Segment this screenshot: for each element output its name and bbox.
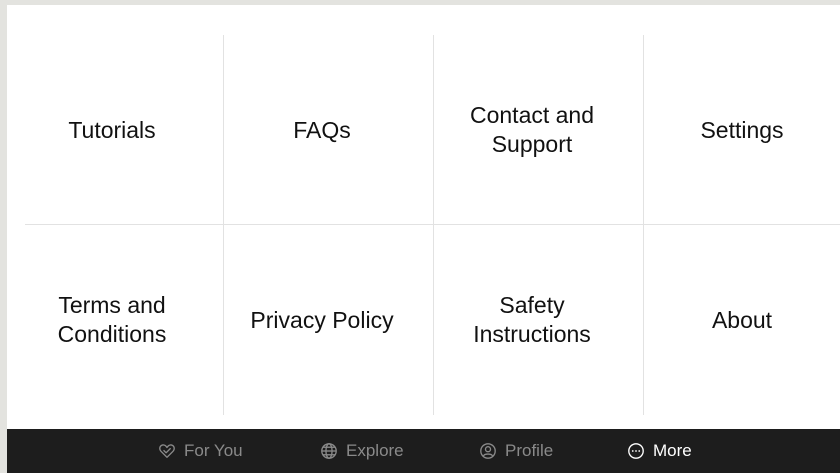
menu-tile-label: Settings [700,116,784,143]
menu-tile-label: Terms and Conditions [57,292,167,347]
menu-tile-contact-support[interactable]: Contact and Support [427,35,637,225]
nav-item-label: For You [184,441,243,460]
nav-item-for-you[interactable]: For You [158,429,243,473]
menu-tile-privacy-policy[interactable]: Privacy Policy [217,225,427,415]
nav-item-label: Explore [346,441,404,460]
menu-tile-label: Tutorials [68,116,156,143]
menu-tile-label: About [711,306,773,333]
menu-tile-faqs[interactable]: FAQs [217,35,427,225]
menu-grid: Tutorials FAQs Contact and Support Setti… [25,35,840,415]
nav-item-more[interactable]: More [627,429,692,473]
bottom-navigation-bar: For You Explore Profile More [7,429,840,473]
nav-item-label: Profile [505,441,554,460]
globe-icon [320,442,338,460]
nav-item-explore[interactable]: Explore [320,429,404,473]
heart-check-icon [158,442,176,460]
menu-tile-label: Privacy Policy [250,306,394,333]
menu-tile-about[interactable]: About [637,225,840,415]
menu-tile-label: Contact and Support [469,102,595,157]
more-dots-icon [627,442,645,460]
menu-tile-label: Safety Instructions [473,292,591,347]
menu-tile-label: FAQs [293,116,351,143]
menu-tile-settings[interactable]: Settings [637,35,840,225]
nav-item-label: More [653,441,692,460]
user-circle-icon [479,442,497,460]
more-menu-panel: Tutorials FAQs Contact and Support Setti… [7,5,840,473]
menu-tile-safety-instructions[interactable]: Safety Instructions [427,225,637,415]
menu-tile-tutorials[interactable]: Tutorials [7,35,217,225]
menu-tile-terms[interactable]: Terms and Conditions [7,225,217,415]
nav-item-profile[interactable]: Profile [479,429,553,473]
